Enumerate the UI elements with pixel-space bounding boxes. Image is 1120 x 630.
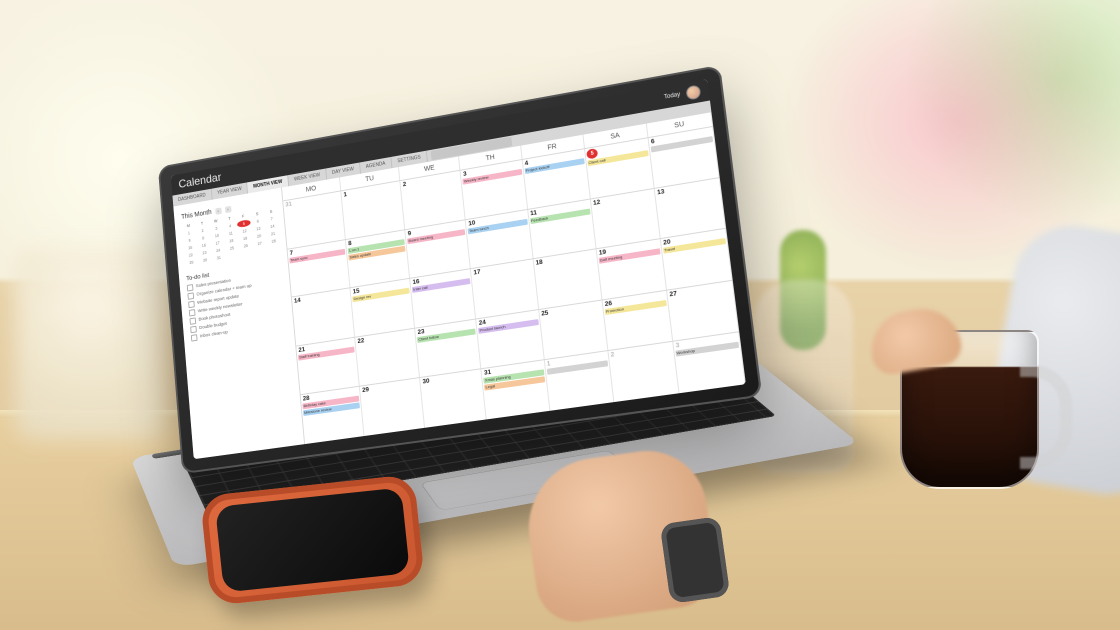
prev-month-button[interactable]: ‹ <box>215 207 222 214</box>
calendar-day[interactable]: 29 <box>360 378 425 436</box>
calendar-day[interactable]: 81:on:1Sales update <box>346 230 410 288</box>
next-month-button[interactable]: › <box>225 206 232 214</box>
smart-watch <box>660 516 731 604</box>
calendar-day[interactable]: 16Inter call <box>410 269 476 327</box>
calendar-day[interactable]: 26Promotion <box>602 290 673 350</box>
calendar-day[interactable]: 21Staff training <box>296 337 360 394</box>
calendar-day[interactable]: 25 <box>539 300 608 359</box>
calendar-day[interactable]: 13 <box>655 178 727 239</box>
calendar-day[interactable]: 1 <box>544 351 614 410</box>
candle-prop <box>15 250 165 440</box>
calendar-day[interactable]: 4Project kickoff <box>522 149 590 208</box>
calendar-day[interactable]: 22 <box>355 328 420 386</box>
calendar-day[interactable]: 9Board meeting <box>405 220 471 278</box>
calendar-day[interactable]: 23Client follow <box>415 319 481 377</box>
calendar-day[interactable]: 27 <box>667 281 739 342</box>
user-avatar[interactable] <box>685 84 701 100</box>
calendar-day[interactable]: 2 <box>401 171 466 229</box>
calendar-day[interactable]: 11Feedback <box>528 199 597 258</box>
calendar-day[interactable]: 19Golf meeting <box>596 239 666 299</box>
mini-day[interactable]: 25 <box>225 244 238 253</box>
mini-day[interactable]: 28 <box>267 237 281 246</box>
smartphone <box>200 474 425 606</box>
calendar-day[interactable]: 31Xmas planningLegal <box>482 361 550 420</box>
mini-day[interactable]: 27 <box>253 239 267 248</box>
todo-list: Sales presentationOrganize calendar + te… <box>187 269 288 341</box>
calendar-day[interactable]: 1 <box>341 181 405 239</box>
calendar-day[interactable]: 3Weekly review <box>461 160 528 219</box>
calendar-day[interactable]: 20Travel <box>661 229 733 290</box>
calendar-day[interactable]: 2 <box>608 342 679 402</box>
mini-day[interactable]: 26 <box>239 241 253 250</box>
calendar-day[interactable]: 28Birthday cakeMilestone review <box>301 387 365 444</box>
calendar-day[interactable]: 31 <box>283 191 346 248</box>
calendar-day[interactable]: 15Design rev <box>351 279 416 337</box>
calendar-day[interactable]: 7Team sync <box>288 240 351 297</box>
calendar-day[interactable]: 24Product launch <box>477 310 545 369</box>
calendar-day[interactable]: 18 <box>533 249 602 308</box>
desk-scene: Calendar Today DASHBOARDYEAR VIEWMONTH V… <box>0 0 1120 630</box>
calendar-day[interactable]: 10Team lunch <box>466 209 533 268</box>
mini-day[interactable]: 31 <box>212 253 225 262</box>
calendar-day[interactable]: 3Workshop <box>673 333 746 394</box>
calendar-day[interactable]: 30 <box>420 370 487 428</box>
today-link[interactable]: Today <box>664 92 681 101</box>
mini-day[interactable]: 29 <box>185 258 198 267</box>
calendar-day[interactable]: 12 <box>591 188 661 248</box>
mini-day[interactable]: 30 <box>198 256 211 265</box>
calendar-day[interactable]: 14 <box>292 288 355 345</box>
calendar-day[interactable]: 17 <box>471 259 538 318</box>
